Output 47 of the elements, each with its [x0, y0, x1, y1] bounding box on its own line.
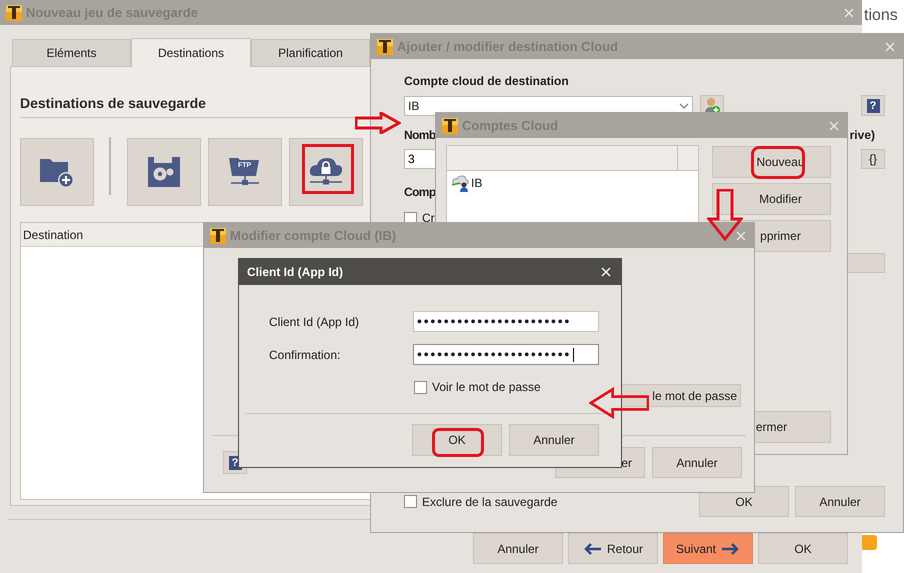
callout-arrow — [355, 112, 401, 134]
callout-arrow — [707, 189, 743, 241]
back-button[interactable]: Retour — [568, 533, 658, 564]
dialog-button[interactable]: Modifier — [712, 183, 831, 215]
page-heading: tions — [864, 6, 898, 26]
checkbox[interactable] — [414, 380, 427, 394]
tab[interactable]: Destinations — [131, 38, 251, 67]
field-label: Compte cloud de destination — [404, 73, 570, 90]
checkbox-label: Exclure de la sauvegarde — [422, 494, 558, 510]
variables-button[interactable]: {} — [861, 149, 885, 169]
column-header[interactable]: Destination — [23, 226, 84, 244]
help-button[interactable]: ? — [861, 95, 885, 116]
field-label: Confirmation: — [269, 346, 342, 364]
chevron-down-icon — [679, 102, 689, 108]
left-arrow-icon — [582, 542, 603, 556]
checkbox[interactable] — [404, 495, 417, 508]
app-logo-icon — [377, 38, 393, 54]
field-label: Comp — [404, 184, 436, 201]
app-logo-icon — [442, 118, 458, 134]
dialog-button[interactable]: OK — [412, 424, 502, 456]
close-icon[interactable] — [599, 265, 613, 279]
app-logo-icon — [6, 4, 22, 20]
window-title: Client Id (App Id) — [247, 264, 343, 281]
right-arrow-icon — [720, 542, 740, 556]
destination-type-button[interactable] — [289, 138, 363, 206]
app-logo-icon — [210, 228, 226, 244]
tab[interactable]: Eléments — [12, 39, 131, 66]
dialog-button[interactable]: Annuler — [795, 486, 885, 517]
option-label: Cr — [422, 210, 435, 227]
field-label: Nomb — [404, 127, 436, 144]
password-field[interactable]: ••••••••••••••••••••••• — [413, 344, 599, 365]
checkbox-label: Voir le mot de passe — [432, 379, 541, 396]
folder-plus-icon — [40, 156, 74, 188]
dialog-button[interactable]: Annuler — [509, 424, 599, 456]
field-label: Client Id (App Id) — [269, 314, 360, 330]
list-item[interactable]: IB — [447, 174, 698, 192]
tab[interactable]: Planification — [251, 39, 370, 66]
destination-type-button[interactable] — [20, 138, 94, 206]
dialog-button[interactable]: Annuler — [652, 447, 742, 478]
field-label: rive) — [850, 127, 875, 144]
password-field[interactable]: ••••••••••••••••••••••• — [413, 311, 599, 332]
dialog-button[interactable]: OK — [758, 533, 848, 564]
next-button[interactable]: Suivant — [663, 533, 753, 564]
destination-type-button[interactable] — [127, 138, 201, 206]
dialog-button[interactable]: Annuler — [473, 533, 563, 564]
cloud-user-icon — [452, 174, 470, 192]
callout-arrow — [589, 386, 649, 420]
